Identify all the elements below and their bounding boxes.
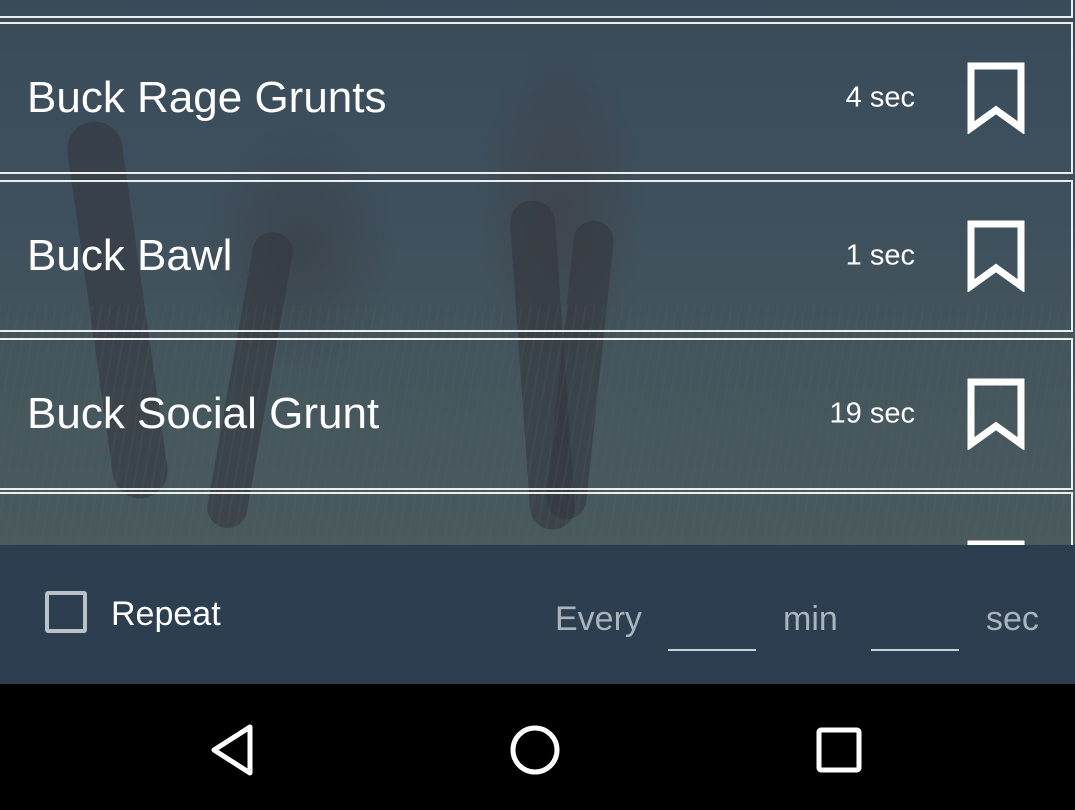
sound-row[interactable]: Buck Social Grunt 19 sec	[0, 338, 1073, 490]
repeat-checkbox[interactable]	[45, 591, 87, 633]
sound-row[interactable]: Buck Rage Grunts 4 sec	[0, 22, 1073, 174]
sound-duration: 19 sec	[829, 397, 915, 430]
sound-row[interactable]	[0, 492, 1073, 545]
sound-title: Buck Bawl	[27, 231, 233, 280]
repeat-minutes-input[interactable]	[668, 605, 756, 651]
repeat-bar: Repeat Every min sec	[0, 545, 1075, 684]
sec-label: sec	[986, 600, 1039, 638]
repeat-label: Repeat	[111, 595, 221, 633]
sound-duration: 4 sec	[845, 81, 915, 114]
nav-recents-icon[interactable]	[809, 720, 869, 780]
nav-home-icon[interactable]	[505, 720, 565, 780]
android-navigation-bar	[0, 684, 1075, 810]
repeat-seconds-input[interactable]	[871, 605, 959, 651]
bookmark-icon[interactable]	[966, 220, 1026, 292]
min-label: min	[783, 600, 838, 638]
sound-row[interactable]	[0, 0, 1073, 18]
sound-duration: 1 sec	[845, 239, 915, 272]
sound-row[interactable]: Buck Bawl 1 sec	[0, 180, 1073, 332]
sound-list[interactable]: Buck Rage Grunts 4 sec Buck Bawl 1 sec B…	[0, 0, 1075, 545]
sound-title: Buck Social Grunt	[27, 389, 380, 438]
nav-back-icon[interactable]	[204, 720, 264, 780]
bookmark-icon[interactable]	[966, 62, 1026, 134]
sound-title: Buck Rage Grunts	[27, 73, 387, 122]
every-label: Every	[555, 600, 642, 638]
bookmark-icon[interactable]	[966, 378, 1026, 450]
